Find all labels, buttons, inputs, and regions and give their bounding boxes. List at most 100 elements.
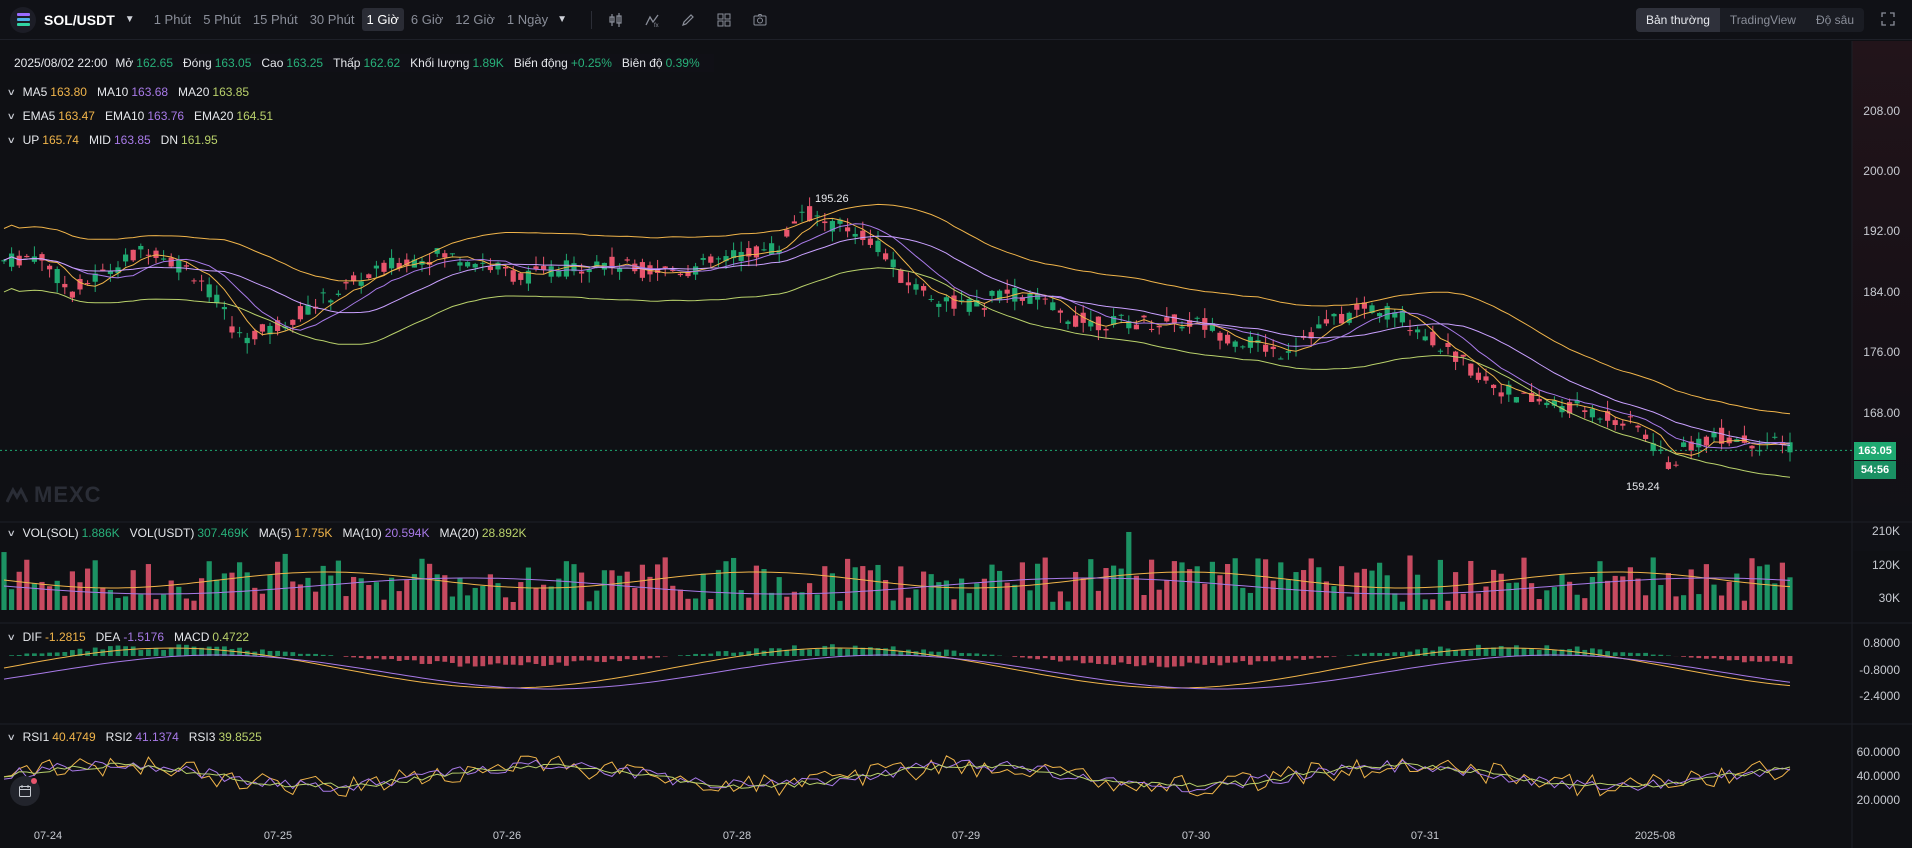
volume-bar xyxy=(1658,585,1664,610)
volume-bar xyxy=(1088,559,1094,610)
volume-bar xyxy=(1232,558,1238,610)
volume-bar xyxy=(837,600,843,610)
amplitude-label: Biên độ xyxy=(621,56,663,70)
candle-body xyxy=(1475,372,1481,380)
macd-bar xyxy=(146,649,151,656)
macd-bar xyxy=(161,650,166,656)
macd-bar xyxy=(351,656,356,658)
macd-bar xyxy=(1650,654,1656,656)
candle-body xyxy=(503,267,509,269)
candle-body xyxy=(943,297,949,302)
macd-bar xyxy=(1787,656,1793,665)
volume-bar xyxy=(335,560,341,610)
candle-body xyxy=(1285,351,1291,353)
chart-settings-button[interactable] xyxy=(10,776,40,806)
volume-bar xyxy=(237,562,243,610)
price-chart[interactable] xyxy=(0,0,1912,848)
volume-bar xyxy=(282,553,288,610)
time-tick: 07-26 xyxy=(492,830,522,842)
volume-bar xyxy=(252,587,258,610)
volume-bar xyxy=(1316,567,1322,610)
candle-body xyxy=(259,324,265,332)
volume-bar xyxy=(655,564,661,610)
volume-bar xyxy=(1741,600,1747,610)
candle-body xyxy=(1156,325,1162,328)
macd-bar xyxy=(47,652,52,656)
volume-bar xyxy=(807,583,813,610)
volume-bar xyxy=(1331,586,1337,610)
candle-body xyxy=(822,221,828,224)
candle-body xyxy=(457,262,463,266)
candle-body xyxy=(845,227,851,232)
watermark-text: MEXC xyxy=(34,482,102,507)
ma20-line xyxy=(3,235,1791,446)
candle-body xyxy=(24,255,30,258)
macd-bar xyxy=(1658,654,1664,656)
candle-body xyxy=(1194,317,1200,319)
volume-bar xyxy=(708,599,714,610)
volume-bar xyxy=(199,578,205,610)
volume-bar xyxy=(1240,587,1246,610)
macd-bar xyxy=(647,656,653,659)
macd-bar xyxy=(275,650,280,656)
volume-bar xyxy=(472,587,478,610)
candle-body xyxy=(1589,408,1595,418)
candle-body xyxy=(1073,315,1079,327)
candle-body xyxy=(1240,346,1246,348)
macd-bar xyxy=(1118,656,1124,663)
volume-bar xyxy=(1711,584,1717,610)
volume-bar xyxy=(609,570,615,610)
volume-bar xyxy=(1627,567,1633,610)
volume-bar xyxy=(1726,581,1732,610)
change-label: Biến động xyxy=(513,56,568,70)
collapse-macd-icon[interactable]: ∨ xyxy=(7,632,16,643)
ma5-label: MA5 xyxy=(22,85,48,99)
volume-bar xyxy=(1536,599,1542,610)
candle-body xyxy=(1164,317,1170,322)
volume-bar xyxy=(77,582,83,610)
volume-bar xyxy=(1339,566,1345,610)
volume-bar xyxy=(130,570,136,610)
collapse-volume-icon[interactable]: ∨ xyxy=(7,528,16,539)
macd-bar xyxy=(792,645,797,656)
volume-bar xyxy=(487,574,493,610)
volume-bar xyxy=(951,599,957,610)
notification-dot xyxy=(31,778,37,784)
boll-dn-value: 161.95 xyxy=(181,133,218,147)
macd-bar xyxy=(678,655,683,656)
macd-bar xyxy=(541,656,546,667)
candle-body xyxy=(1430,331,1436,346)
ohlc-date: 2025/08/02 22:00 xyxy=(14,56,108,70)
volume-bar xyxy=(1209,561,1215,610)
dea-label: DEA xyxy=(95,630,121,644)
candle-body xyxy=(465,262,471,267)
macd-bar xyxy=(1612,652,1618,656)
macd-bar xyxy=(1194,656,1200,664)
rsi1-label: RSI1 xyxy=(22,730,50,744)
collapse-ema-icon[interactable]: ∨ xyxy=(7,111,16,122)
collapse-ma-icon[interactable]: ∨ xyxy=(7,87,16,98)
close-value: 163.05 xyxy=(214,56,252,70)
macd-bar xyxy=(1248,656,1253,665)
collapse-boll-icon[interactable]: ∨ xyxy=(7,135,16,146)
candle-body xyxy=(867,238,873,245)
candle-body xyxy=(1027,293,1033,304)
volume-bar xyxy=(814,594,820,610)
volume-bar xyxy=(449,596,455,610)
time-tick: 07-31 xyxy=(1410,830,1440,842)
macd-bar xyxy=(1088,656,1094,663)
volume-bar xyxy=(1179,562,1185,610)
macd-bar xyxy=(1058,656,1063,662)
candle-body xyxy=(852,233,858,237)
macd-bar xyxy=(579,656,584,661)
candle-body xyxy=(85,283,91,285)
candle-body xyxy=(221,307,227,310)
collapse-rsi-icon[interactable]: ∨ xyxy=(7,732,16,743)
volume-bar xyxy=(761,569,767,610)
candle-body xyxy=(343,282,349,284)
volume-bar xyxy=(1278,562,1284,610)
candle-body xyxy=(1225,334,1231,344)
macd-bar xyxy=(1270,656,1276,662)
rsi-legend: ∨ RSI1 40.4749 RSI2 41.1374 RSI3 39.8525 xyxy=(7,730,272,744)
candle-body xyxy=(510,270,516,282)
